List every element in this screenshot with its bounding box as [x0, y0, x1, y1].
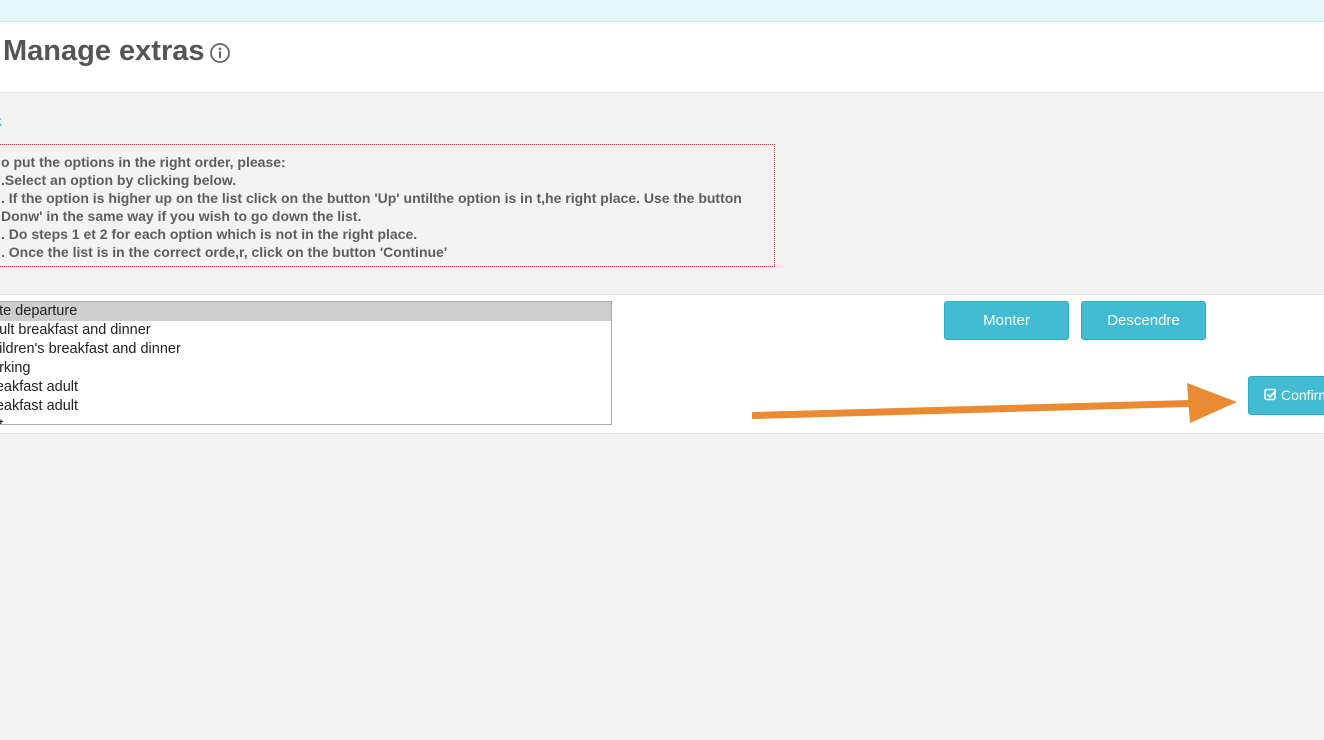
instruction-line: . Do steps 1 et 2 for each option which …	[1, 226, 418, 242]
info-icon[interactable]	[209, 42, 231, 64]
list-item[interactable]: hildren's breakfast and dinner	[0, 340, 611, 359]
confirm-button-label: Confirm	[1281, 387, 1324, 403]
instruction-line: . If the option is higher up on the list…	[1, 190, 742, 206]
instruction-line: .Select an option by clicking below.	[1, 172, 237, 188]
instructions-box: o put the options in the right order, pl…	[0, 144, 775, 267]
instruction-line: . Once the list is in the correct orde,r…	[1, 244, 448, 260]
check-square-icon	[1264, 388, 1277, 401]
annotation-arrow	[752, 383, 1237, 423]
options-listbox[interactable]: ate departure dult breakfast and dinner …	[0, 301, 612, 425]
page-title: Manage extras	[3, 35, 205, 67]
list-item[interactable]: reakfast adult	[0, 397, 611, 416]
list-item[interactable]: et	[0, 416, 611, 424]
instruction-line: o put the options in the right order, pl…	[1, 154, 286, 170]
list-item[interactable]: reakfast adult	[0, 378, 611, 397]
top-bar	[0, 0, 1324, 22]
move-up-button[interactable]: Monter	[944, 301, 1069, 340]
list-item[interactable]: arking	[0, 359, 611, 378]
instruction-line: Donw' in the same way if you wish to go …	[1, 208, 362, 224]
list-item[interactable]: ate departure	[0, 302, 611, 321]
list-item[interactable]: dult breakfast and dinner	[0, 321, 611, 340]
confirm-button[interactable]: Confirm	[1248, 376, 1324, 415]
move-down-button[interactable]: Descendre	[1081, 301, 1206, 340]
back-link[interactable]: k	[0, 113, 2, 129]
page-header: Manage extras	[0, 22, 1324, 93]
